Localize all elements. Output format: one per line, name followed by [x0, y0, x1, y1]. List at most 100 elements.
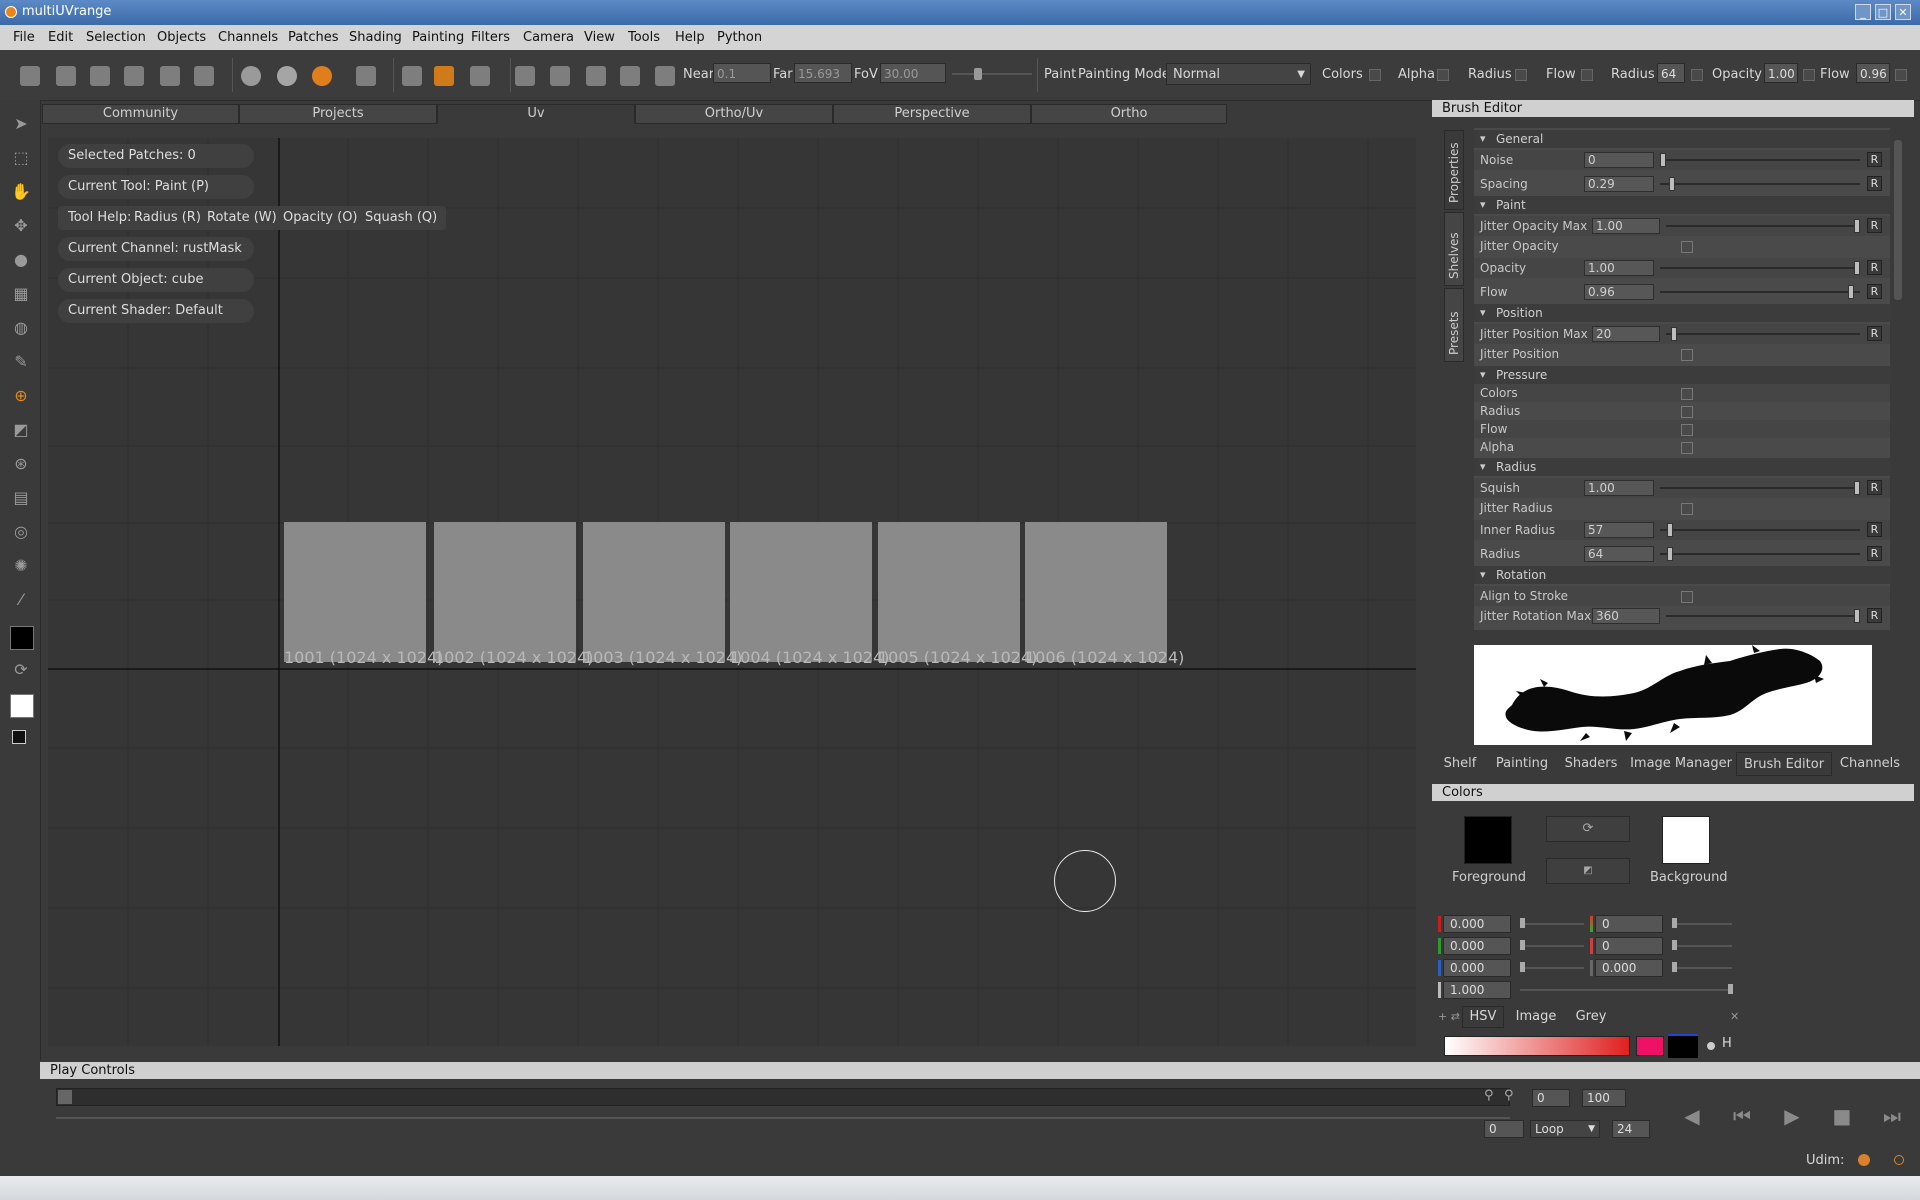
align-to-stroke-checkbox[interactable] [1681, 591, 1693, 603]
slider-handle[interactable] [1520, 918, 1525, 928]
flow-checkbox[interactable] [1581, 69, 1593, 81]
reset-button[interactable]: R [1867, 260, 1882, 275]
wireframe-icon[interactable] [356, 66, 376, 86]
camera-icon[interactable] [550, 66, 570, 86]
painting-mode-select[interactable]: Normal ▼ [1166, 63, 1311, 85]
slider-handle[interactable] [1520, 940, 1525, 950]
tab-ortho-uv[interactable]: Ortho/Uv [635, 104, 833, 124]
tab-perspective[interactable]: Perspective [833, 104, 1031, 124]
near-field[interactable]: 0.1 [713, 63, 771, 83]
jitter-opacity-max-slider[interactable] [1666, 225, 1860, 227]
pin-icon[interactable]: ✎ [11, 352, 31, 372]
lasso-icon[interactable]: ◍ [11, 318, 31, 338]
dock-tab-brush-editor[interactable]: Brush Editor [1736, 752, 1832, 776]
reset-button[interactable]: R [1867, 608, 1882, 623]
play-icon[interactable]: ▶ [1780, 1104, 1804, 1128]
reset-colors-icon[interactable] [12, 730, 26, 744]
menu-painting[interactable]: Painting [412, 30, 464, 45]
menu-shading[interactable]: Shading [349, 30, 402, 45]
green-field[interactable]: 0.000 [1443, 937, 1511, 955]
slider-handle[interactable] [1671, 327, 1677, 341]
menu-camera[interactable]: Camera [523, 30, 574, 45]
opacity-slider[interactable] [1660, 267, 1860, 269]
film-icon[interactable] [620, 66, 640, 86]
close-button[interactable]: ✕ [1895, 4, 1911, 20]
dock-tab-channels[interactable]: Channels [1832, 752, 1908, 776]
jitter-position-max-field[interactable]: 20 [1592, 326, 1660, 342]
value-slider[interactable] [1672, 967, 1732, 969]
hue-gradient-bar[interactable] [1444, 1036, 1630, 1056]
timeline-slider[interactable] [56, 1117, 1510, 1119]
menu-tools[interactable]: Tools [628, 30, 660, 45]
marquee-select-icon[interactable]: ⬚ [11, 148, 31, 168]
close-tab-icon[interactable]: ✕ [1730, 1010, 1739, 1023]
hue-radio[interactable] [1707, 1042, 1715, 1050]
slider-handle[interactable] [1667, 523, 1673, 537]
reset-button[interactable]: R [1867, 546, 1882, 561]
opacity-value-field[interactable]: 1.00 [1584, 260, 1654, 276]
jitter-opacity-max-field[interactable]: 1.00 [1592, 218, 1660, 234]
slider-handle[interactable] [1520, 962, 1525, 972]
slider-handle[interactable] [1728, 984, 1733, 994]
section-position[interactable]: Position [1474, 304, 1890, 322]
hue-field[interactable]: 0 [1595, 915, 1663, 933]
tab-image[interactable]: Image [1510, 1006, 1562, 1028]
save-icon[interactable] [90, 66, 110, 86]
slider-handle[interactable] [1672, 962, 1677, 972]
reset-button[interactable]: R [1867, 176, 1882, 191]
radius-value-field[interactable]: 64 [1584, 546, 1654, 562]
uv-patch[interactable] [434, 522, 576, 662]
slider-handle[interactable] [1660, 153, 1666, 167]
section-rotation[interactable]: Rotation [1474, 566, 1890, 584]
menu-filters[interactable]: Filters [471, 30, 510, 45]
tab-grey[interactable]: Grey [1568, 1006, 1614, 1028]
far-field[interactable]: 15.693 [794, 63, 852, 83]
jitter-radius-checkbox[interactable] [1681, 503, 1693, 515]
clone-icon[interactable]: ⊛ [11, 454, 31, 474]
maximize-button[interactable]: □ [1875, 4, 1891, 20]
value-field[interactable]: 0.000 [1595, 959, 1663, 977]
dock-tab-shaders[interactable]: Shaders [1556, 752, 1626, 776]
blue-slider[interactable] [1520, 967, 1584, 969]
close-file-icon[interactable] [56, 66, 76, 86]
hue-slider[interactable] [1672, 923, 1732, 925]
color-marker[interactable] [1668, 1034, 1698, 1058]
timeline-bar[interactable] [56, 1088, 1510, 1106]
colors-checkbox[interactable] [1369, 69, 1381, 81]
uv-patch[interactable] [878, 522, 1020, 662]
step-back-icon[interactable]: ⏮ [1730, 1104, 1754, 1128]
uv-patch[interactable] [583, 522, 725, 662]
green-slider[interactable] [1520, 945, 1584, 947]
reset-button[interactable]: R [1867, 152, 1882, 167]
gradient-icon[interactable]: ▤ [11, 488, 31, 508]
paint-mode-icon[interactable] [434, 66, 454, 86]
fps-field[interactable]: 24 [1612, 1120, 1650, 1138]
new-file-icon[interactable] [20, 66, 40, 86]
jitter-rotation-max-field[interactable]: 360 [1592, 608, 1660, 624]
pressure-alpha-checkbox[interactable] [1681, 442, 1693, 454]
select-patch-icon[interactable] [402, 66, 422, 86]
current-frame-field[interactable]: 0 [1484, 1120, 1524, 1138]
squish-slider[interactable] [1660, 487, 1860, 489]
uv-patch[interactable] [730, 522, 872, 662]
inner-radius-slider[interactable] [1660, 529, 1860, 531]
menu-selection[interactable]: Selection [86, 30, 146, 45]
fov-slider[interactable] [952, 73, 1032, 75]
background-swatch[interactable] [1662, 816, 1710, 864]
slider-handle[interactable] [1854, 609, 1860, 623]
side-tab-shelves[interactable]: Shelves [1444, 212, 1464, 286]
spacing-field[interactable]: 0.29 [1584, 176, 1654, 192]
red-field[interactable]: 0.000 [1443, 915, 1511, 933]
tab-community[interactable]: Community [42, 104, 239, 124]
cube-icon[interactable] [586, 66, 606, 86]
loop-select[interactable]: Loop ▼ [1530, 1120, 1600, 1138]
slider-handle[interactable] [1672, 918, 1677, 928]
noise-field[interactable]: 0 [1584, 152, 1654, 168]
menu-objects[interactable]: Objects [157, 30, 206, 45]
dock-tab-image-manager[interactable]: Image Manager [1626, 752, 1736, 776]
menu-file[interactable]: File [13, 30, 35, 45]
properties-scrollbar[interactable] [1892, 128, 1904, 630]
menu-help[interactable]: Help [675, 30, 705, 45]
go-to-start-icon[interactable]: ◀ [1680, 1104, 1704, 1128]
key-remove-icon[interactable]: ⚲ [1504, 1088, 1514, 1103]
